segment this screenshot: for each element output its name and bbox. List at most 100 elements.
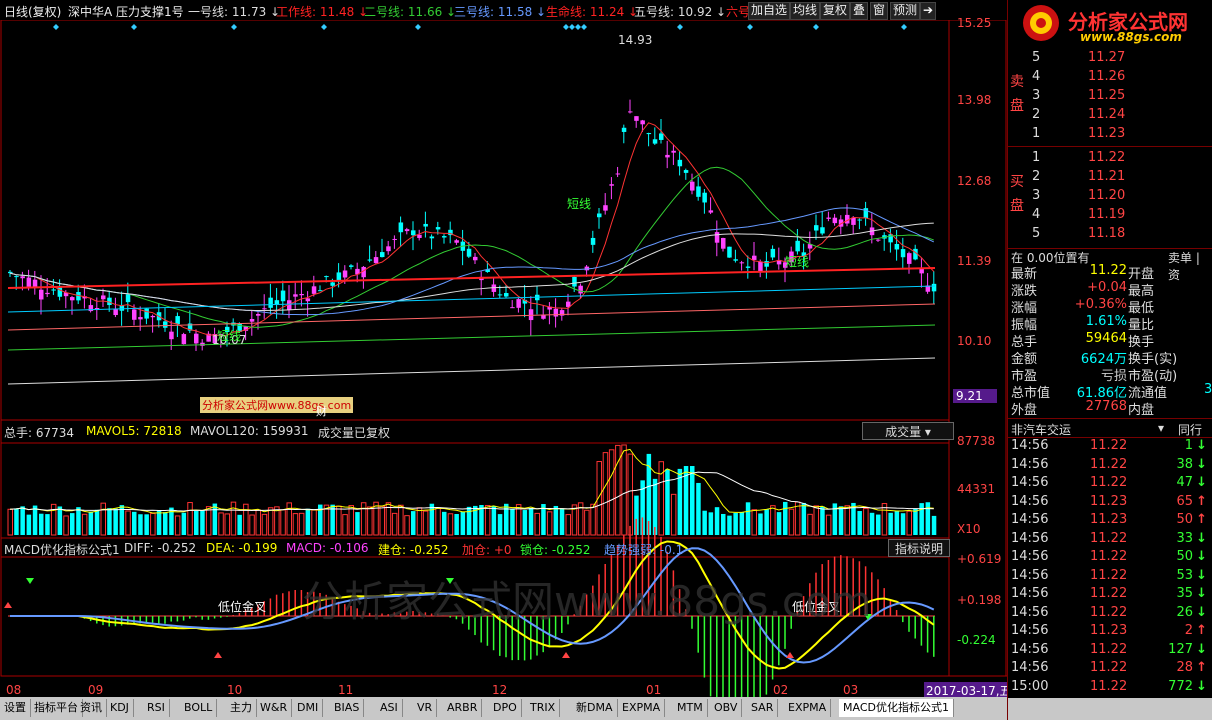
ma-button[interactable]: 均线 [790,2,821,20]
window-button[interactable]: 窗 [870,2,889,20]
indicator-tab[interactable]: SAR [747,699,779,717]
life-line [7,267,936,289]
indicator-tab[interactable]: ARBR [443,699,483,717]
book-divider [1008,146,1212,147]
price-tick: 10.10 [957,334,992,348]
sector-label[interactable]: 非汽车交运 [1011,421,1071,438]
volume-bar [435,507,441,536]
overlay-button[interactable]: 叠 [850,2,869,20]
peer-tab[interactable]: 同行 [1178,421,1202,438]
indicator-tab[interactable]: BOLL [180,699,218,717]
volume-bar [305,508,311,535]
macd-tick: -0.224 [957,633,996,647]
trade-direction-icon: ↓ [1196,456,1207,472]
indicator-line-value: 六号 [726,5,751,19]
indicator-tab[interactable]: EXPMA [618,699,666,717]
quote-stat-row: 金额 6624万 换手(实) [1011,352,1178,367]
volume-bar [608,449,615,536]
signal-diamond [581,24,587,30]
volume-bar [125,510,131,536]
indicator-tab[interactable]: 新DMA [572,699,618,717]
add-watchlist-button[interactable]: 加自选 [748,2,791,20]
volume-unit: X10 [957,522,981,536]
volume-tick: 44331 [957,482,996,496]
volume-bar [900,513,906,535]
ask-level: 4 11.26 [1032,69,1126,84]
indicator-tab[interactable]: BIAS [330,699,365,717]
month-tick: 11 [338,683,354,697]
indicator-tab[interactable]: W&R [256,699,293,717]
volume-bar [714,507,720,535]
indicator-tab[interactable]: 设置 [0,699,31,717]
logo-url: www.88gs.com [1080,30,1182,44]
signal-diamond [569,24,575,30]
candle-body [20,276,25,279]
indicator-tab[interactable]: DMI [293,699,324,717]
indicator-tab[interactable]: 资讯 [76,699,107,717]
indicator-tab[interactable]: EXPMA [784,699,832,717]
volume-bar [81,513,88,536]
period-label[interactable]: 日线(复权) [4,3,61,20]
indicator-tab[interactable]: MTM [673,699,708,717]
volume-bar [355,512,360,535]
book-side-label: 买 盘 [1010,174,1024,214]
candle-body [770,248,776,258]
volume-bar [491,506,497,535]
ask-level: 3 11.25 [1032,88,1126,103]
trade-row: 14:56 11.23 50 ↑ [1011,512,1207,527]
candle-body [820,227,825,234]
trade-row: 14:56 11.22 28 ↑ [1011,660,1207,675]
adjust-button[interactable]: 复权 [820,2,851,20]
candle-body [429,236,435,239]
volume-bar [745,502,751,535]
watermark-box: 分析家公式网www.88gs.com [200,397,354,413]
candle-body [931,283,937,292]
indicator-tab[interactable]: VR [413,699,438,717]
candle-body [628,111,633,113]
indicator-tab[interactable]: DPO [489,699,522,717]
trade-row: 14:56 11.22 53 ↓ [1011,567,1207,583]
volume-bar [584,509,590,536]
indicator-tab[interactable]: TRIX [526,699,561,717]
candle-body [14,276,19,278]
volume-bar [336,505,342,536]
ma-line [9,122,935,337]
volume-bar [454,514,459,535]
short-line-label: 短线 [217,329,242,343]
volume-bar [708,512,714,535]
candle-body [175,316,180,325]
volume-bar [857,511,862,535]
candle-body [26,277,32,287]
ask-level: 5 11.27 [1032,50,1126,65]
indicator-tab[interactable]: 主力 [226,699,257,717]
ask-level: 2 11.24 [1032,107,1126,122]
candle-body [256,313,261,316]
volume-bar [621,444,627,536]
ma-line [9,166,934,328]
volume-select[interactable]: 成交量 ▾ [862,422,954,440]
indicator-tab[interactable]: KDJ [106,699,134,717]
volume-bar [212,503,218,535]
next-arrow-icon[interactable]: ➔ [920,2,937,20]
candle-body [727,246,732,258]
volume-bar [323,504,330,536]
volume-bar [14,508,19,535]
volume-bar [590,503,596,536]
candle-body [32,279,38,288]
indicator-tab[interactable]: RSI [143,699,170,717]
forecast-button[interactable]: 预测 [890,2,921,20]
month-tick: 01 [646,683,662,697]
quote-stat-row: 总市值 61.86亿 流通值 [1011,386,1168,401]
indicator-help-button[interactable]: 指标说明 [888,539,950,557]
volume-bar [807,513,813,536]
indicator-tab[interactable]: OBV [710,699,743,717]
indicator-tab[interactable]: MACD优化指标公式1 [839,699,954,717]
volume-bar [801,502,807,535]
indicator-tab[interactable]: ASI [376,699,403,717]
volume-bar [721,513,726,535]
volume-bar [484,505,491,536]
candle-body [590,237,596,245]
dropdown-icon[interactable]: ▾ [1158,421,1164,435]
volume-bar [764,509,769,535]
macd-value: MACD: -0.106 [286,541,369,555]
